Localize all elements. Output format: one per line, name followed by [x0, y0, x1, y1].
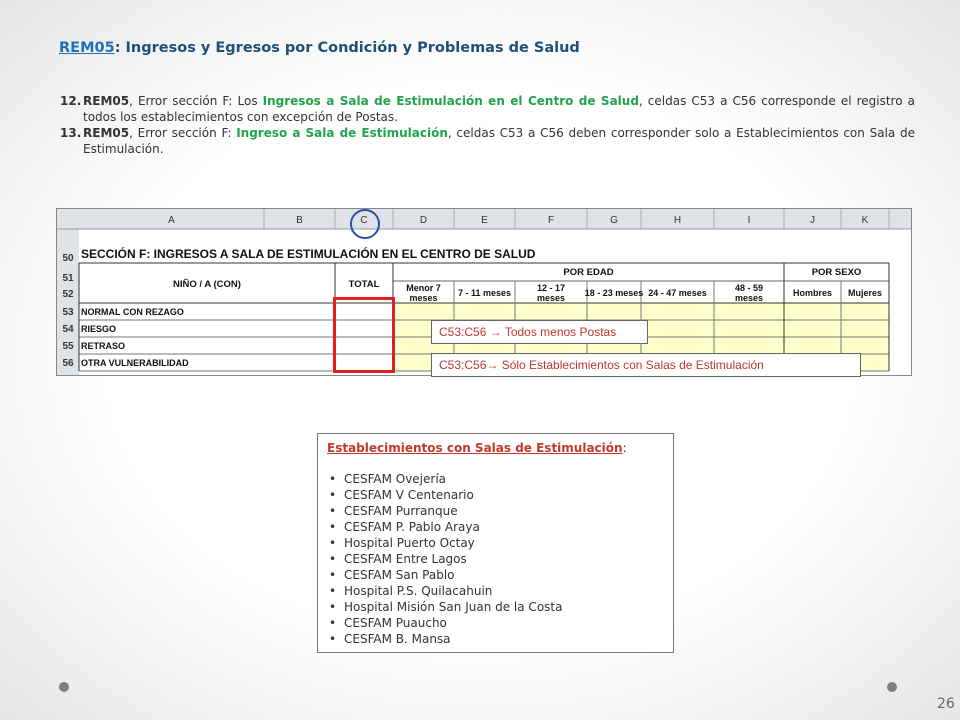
spreadsheet-grid: A B C D E F G H I J K50515253545556SECCIÓN F: INGR… — [57, 209, 911, 375]
age-column-label: 12 - 17 — [537, 283, 565, 293]
title-code: REM05 — [59, 40, 115, 56]
section-title: SECCIÓN F: INGRESOS A SALA DE ESTIMULACI… — [81, 246, 536, 261]
note-highlight: Ingreso a Sala de Estimulación — [236, 126, 448, 140]
column-header-label: I — [748, 215, 751, 226]
establishment-item: CESFAM Entre Lagos — [327, 551, 664, 567]
row-number-label: 56 — [62, 358, 74, 369]
age-column-label: 18 - 23 meses — [585, 288, 644, 298]
establishment-item: CESFAM San Pablo — [327, 567, 664, 583]
establishments-list: CESFAM OvejeríaCESFAM V CentenarioCESFAM… — [327, 471, 664, 647]
column-header-label: J — [810, 215, 815, 226]
decor-dot-right — [887, 682, 897, 692]
column-header-label: B — [296, 215, 303, 226]
notes-list: 12. REM05, Error sección F: Los Ingresos … — [60, 93, 915, 157]
column-header-label: A — [168, 215, 175, 226]
establishment-item: Hospital P.S. Quilacahuin — [327, 583, 664, 599]
header-por-edad: POR EDAD — [563, 267, 613, 278]
note-lead: REM05 — [83, 94, 130, 108]
column-header-label: F — [548, 215, 554, 226]
title-text: : Ingresos y Egresos por Condición y Pro… — [114, 40, 580, 56]
establishment-item: Hospital Puerto Octay — [327, 535, 664, 551]
establishment-item: CESFAM Purranque — [327, 503, 664, 519]
column-header-label: G — [610, 215, 618, 226]
row-label: NORMAL CON REZAGO — [81, 307, 184, 317]
row-label: OTRA VULNERABILIDAD — [81, 358, 189, 368]
row-number-label: 51 — [62, 273, 74, 284]
row-number-label: 52 — [62, 289, 74, 300]
page-title: REM05: Ingresos y Egresos por Condición … — [59, 40, 580, 56]
establishment-item: CESFAM V Centenario — [327, 487, 664, 503]
header-nino: NIÑO / A (CON) — [173, 279, 241, 290]
note-item: 12. REM05, Error sección F: Los Ingresos … — [60, 93, 915, 125]
establishments-heading-suffix: : — [622, 441, 627, 455]
row-number-label: 55 — [62, 341, 74, 352]
age-column-label: meses — [735, 293, 763, 303]
column-header-label: D — [420, 215, 427, 226]
note-number: 12. — [60, 94, 82, 108]
column-header-label: E — [481, 215, 488, 226]
age-column-label: Menor 7 — [406, 283, 441, 293]
establishments-heading: Establecimientos con Salas de Estimulaci… — [327, 441, 623, 455]
note-text: , Error sección F: — [129, 126, 237, 140]
establishment-item: CESFAM P. Pablo Araya — [327, 519, 664, 535]
decor-dot-left — [59, 682, 69, 692]
page-number: 26 — [937, 696, 955, 712]
age-column-label: 7 - 11 meses — [458, 288, 511, 298]
establishments-box: Establecimientos con Salas de Estimulaci… — [317, 433, 674, 653]
establishment-item: CESFAM Ovejería — [327, 471, 664, 487]
header-por-sexo: POR SEXO — [812, 267, 862, 278]
cells-c53-c56-highlight-box — [333, 297, 395, 373]
callout-only-stimulation-rooms: C53:C56→ Sólo Establecimientos con Salas… — [431, 353, 861, 377]
age-column-label: 48 - 59 — [735, 283, 763, 293]
age-column-label: meses — [409, 293, 437, 303]
header-total: TOTAL — [349, 279, 380, 290]
row-label: RETRASO — [81, 341, 125, 351]
age-column-label: meses — [537, 293, 565, 303]
row-number-label: 54 — [62, 324, 74, 335]
column-c-highlight-circle — [350, 209, 380, 239]
age-column-label: 24 - 47 meses — [648, 288, 707, 298]
establishment-item: CESFAM B. Mansa — [327, 631, 664, 647]
note-number: 13. — [60, 126, 82, 140]
note-lead: REM05 — [83, 126, 130, 140]
sex-column-label: Mujeres — [848, 288, 882, 298]
note-item: 13. REM05, Error sección F: Ingreso a Sal… — [60, 125, 915, 157]
row-number-label: 53 — [62, 307, 74, 318]
spreadsheet-screenshot: A B C D E F G H I J K 50 51 52 53 54 55 56 SECCIÓN F: INGR… — [56, 208, 912, 376]
note-highlight: Ingresos a Sala de Estimulación en el Ce… — [262, 94, 639, 108]
column-header-label: H — [674, 215, 681, 226]
column-header-label: K — [862, 215, 869, 226]
sex-column-label: Hombres — [793, 288, 832, 298]
callout-all-except-postas: C53:C56 → Todos menos Postas — [431, 320, 648, 344]
note-text: , Error sección F: Los — [129, 94, 263, 108]
row-label: RIESGO — [81, 324, 116, 334]
row-number-label: 50 — [62, 253, 74, 264]
establishment-item: Hospital Misión San Juan de la Costa — [327, 599, 664, 615]
establishment-item: CESFAM Puaucho — [327, 615, 664, 631]
